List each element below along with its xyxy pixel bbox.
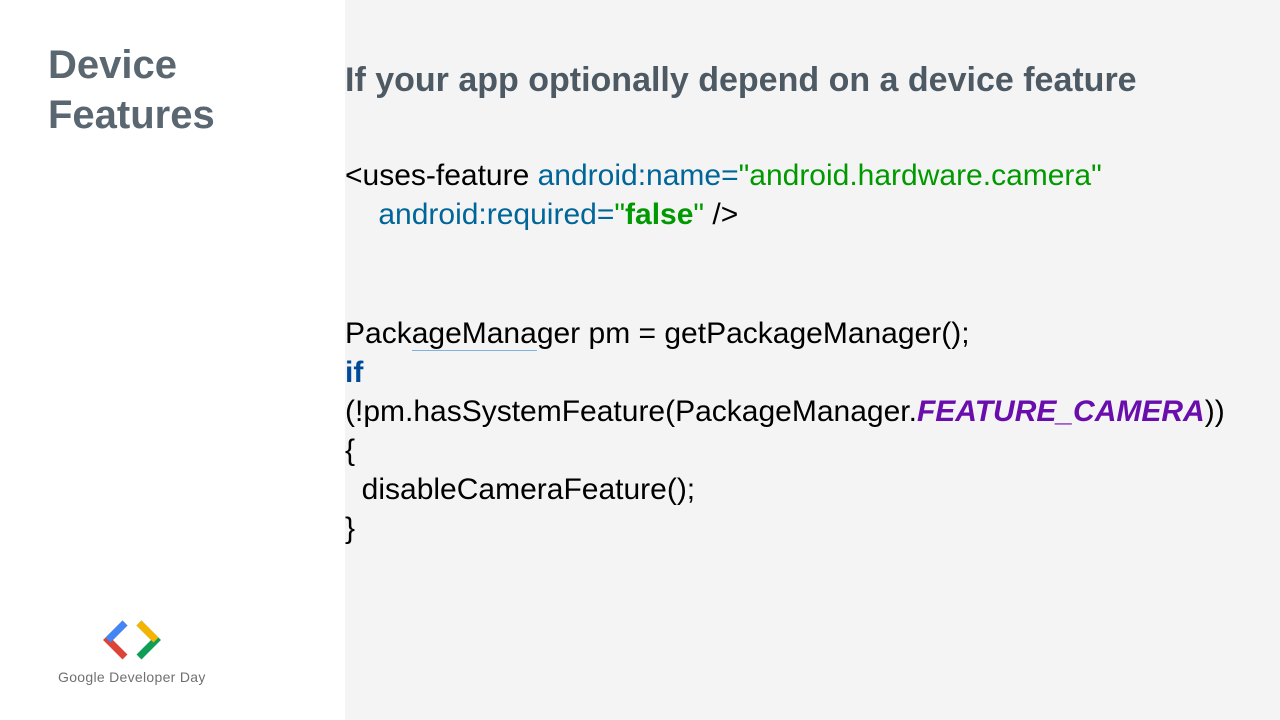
sidebar-title-line2: Features [48, 93, 215, 137]
java-line5: disableCameraFeature(); [345, 473, 695, 506]
developer-logo-icon [102, 619, 162, 661]
java-line1c: ger pm = getPackageManager(); [537, 317, 970, 350]
xml-attr-name: android:name= [538, 159, 739, 192]
footer-logo-text: Google Developer Day [58, 669, 206, 685]
java-const: FEATURE_CAMERA [917, 395, 1205, 428]
xml-tag: <uses-feature [345, 159, 538, 192]
java-line3: (!pm.hasSystemFeature(PackageManager. [345, 395, 917, 428]
footer-logo: Google Developer Day [58, 619, 206, 685]
sidebar-title: Device Features [48, 40, 345, 140]
java-line1b: ageMana [412, 317, 537, 351]
xml-attr-required-value: false [625, 198, 693, 231]
sidebar: Device Features Google Developer Day [0, 0, 345, 720]
java-if-keyword: if [345, 356, 363, 389]
xml-attr-required: android:required= [378, 198, 614, 231]
java-line1a: Pack [345, 317, 412, 350]
xml-tag-close: /> [704, 198, 738, 231]
xml-attr-name-value: "android.hardware.camera" [739, 159, 1102, 192]
xml-attr-quote-close: " [693, 198, 704, 231]
slide-heading: If your app optionally depend on a devic… [345, 60, 1280, 101]
java-line3-close: )) [1205, 395, 1225, 428]
xml-code-block: <uses-feature android:name="android.hard… [345, 156, 1280, 234]
main-content: If your app optionally depend on a devic… [345, 0, 1280, 720]
java-brace-close: } [345, 512, 355, 545]
xml-attr-quote-open: " [614, 198, 625, 231]
java-brace-open: { [345, 434, 355, 467]
sidebar-title-line1: Device [48, 43, 177, 87]
java-code-block: PackageManager pm = getPackageManager();… [345, 314, 1280, 548]
